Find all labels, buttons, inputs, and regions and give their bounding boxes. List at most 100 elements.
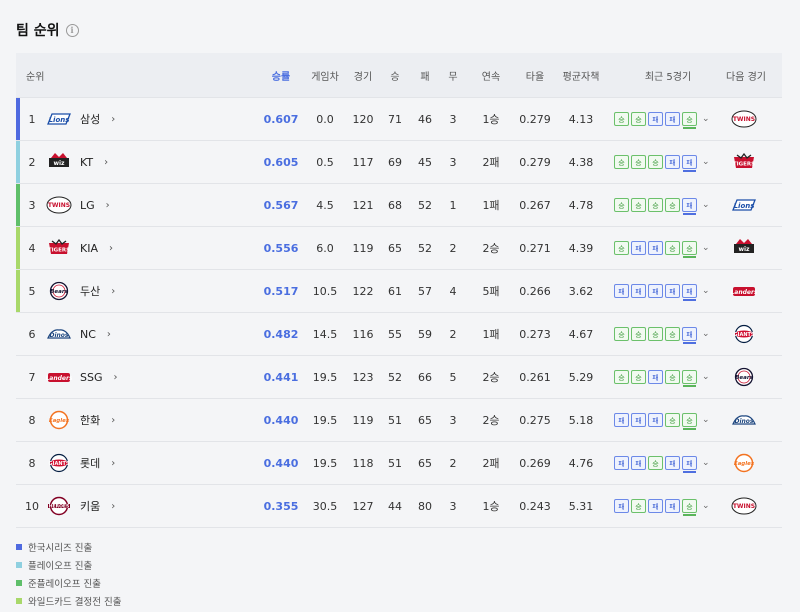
result-chip: 승 xyxy=(648,456,663,470)
result-chip: 승 xyxy=(648,327,663,341)
rank: 4 xyxy=(28,241,36,255)
team-cell[interactable]: Dinos NC › xyxy=(46,324,136,344)
svg-text:Bears: Bears xyxy=(735,375,753,381)
team-cell[interactable]: TWINS LG › xyxy=(46,195,136,215)
wins: 68 xyxy=(388,198,402,212)
team-cell[interactable]: Landers SSG › xyxy=(46,367,136,387)
rank-bar xyxy=(16,141,20,183)
last5-results[interactable]: 패 패 패 승 승 ⌄ xyxy=(614,413,722,430)
next-game[interactable]: GIANTS xyxy=(724,324,764,344)
team-cell[interactable]: TIGERS KIA › xyxy=(46,238,136,258)
era: 4.67 xyxy=(568,327,594,341)
svg-text:GIANTS: GIANTS xyxy=(48,461,69,467)
batting-avg: 0.243 xyxy=(519,499,551,513)
next-game[interactable]: Landers xyxy=(724,281,764,301)
wiz-logo: wiz xyxy=(731,238,757,258)
result-chip: 패 xyxy=(614,413,629,427)
last5-results[interactable]: 승 승 승 승 패 ⌄ xyxy=(614,327,722,344)
table-row[interactable]: 1 Lions 삼성 › 0.607 0.0 120 71 46 3 1승 0.2… xyxy=(16,97,782,140)
tigers-logo: TIGERS xyxy=(46,238,72,258)
header-avg[interactable]: 타율 xyxy=(516,68,554,83)
last5-results[interactable]: 승 패 패 승 승 ⌄ xyxy=(614,241,722,258)
table-row[interactable]: 6 Dinos NC › 0.482 14.5 116 55 59 2 1패 0.… xyxy=(16,312,782,355)
last5-results[interactable]: 패 패 승 패 패 ⌄ xyxy=(614,456,722,473)
bears-logo: Bears xyxy=(731,367,757,387)
team-cell[interactable]: Bears 두산 › xyxy=(46,281,136,301)
games-behind: 6.0 xyxy=(316,241,334,255)
chevron-down-icon[interactable]: ⌄ xyxy=(702,458,710,468)
chevron-down-icon[interactable]: ⌄ xyxy=(702,501,710,511)
result-chip: 승 xyxy=(665,198,680,212)
next-game[interactable]: Eagles xyxy=(724,453,764,473)
pct: 0.567 xyxy=(263,198,299,212)
eagles-logo: Eagles xyxy=(731,453,757,473)
chevron-down-icon[interactable]: ⌄ xyxy=(702,329,710,339)
last5-results[interactable]: 승 승 패 패 승 ⌄ xyxy=(614,112,722,129)
result-chip: 승 xyxy=(665,413,680,427)
last5-results[interactable]: 패 패 패 패 패 ⌄ xyxy=(614,284,722,301)
table-row[interactable]: 8 GIANTS 롯데 › 0.440 19.5 118 51 65 2 2패 0… xyxy=(16,441,782,484)
last5-results[interactable]: 승 승 패 승 승 ⌄ xyxy=(614,370,722,387)
tigers-logo: TIGERS xyxy=(731,152,757,172)
next-game[interactable]: TWINS xyxy=(724,496,764,516)
team-cell[interactable]: HEROES 키움 › xyxy=(46,496,136,516)
chevron-down-icon[interactable]: ⌄ xyxy=(702,243,710,253)
chevron-down-icon[interactable]: ⌄ xyxy=(702,415,710,425)
header-wins[interactable]: 승 xyxy=(382,68,408,83)
header-era[interactable]: 평균자책 xyxy=(561,68,601,83)
header-draws[interactable]: 무 xyxy=(442,68,464,83)
bears-logo: Bears xyxy=(46,281,72,301)
svg-text:Eagles: Eagles xyxy=(49,418,70,424)
header-games[interactable]: 경기 xyxy=(348,68,378,83)
result-chip: 패 xyxy=(682,155,697,172)
header-streak[interactable]: 연속 xyxy=(474,68,508,83)
team-cell[interactable]: wiz KT › xyxy=(46,152,136,172)
header-pct[interactable]: 승률 xyxy=(261,68,301,83)
result-chip: 승 xyxy=(665,241,680,255)
next-game[interactable]: wiz xyxy=(724,238,764,258)
next-game[interactable]: TIGERS xyxy=(724,152,764,172)
next-game[interactable]: Bears xyxy=(724,367,764,387)
rank-bar xyxy=(16,98,20,140)
team-cell[interactable]: GIANTS 롯데 › xyxy=(46,453,136,473)
chevron-down-icon[interactable]: ⌄ xyxy=(702,372,710,382)
draws: 3 xyxy=(449,155,457,169)
chevron-down-icon[interactable]: ⌄ xyxy=(702,286,710,296)
chevron-down-icon[interactable]: ⌄ xyxy=(702,114,710,124)
legend-item: 준플레이오프 진출 xyxy=(16,574,121,592)
standings-table: 순위 승률 게임차 경기 승 패 무 연속 타율 평균자책 최근 5경기 다음 … xyxy=(16,53,782,528)
rank: 10 xyxy=(25,499,39,513)
next-game[interactable]: Lions xyxy=(724,195,764,215)
last5-results[interactable]: 승 승 승 패 패 ⌄ xyxy=(614,155,722,172)
last5-results[interactable]: 패 승 패 패 승 ⌄ xyxy=(614,499,722,516)
team-cell[interactable]: Lions 삼성 › xyxy=(46,109,136,129)
table-row[interactable]: 10 HEROES 키움 › 0.355 30.5 127 44 80 3 1승 … xyxy=(16,484,782,528)
next-game[interactable]: TWINS xyxy=(724,109,764,129)
era: 5.31 xyxy=(568,499,594,513)
draws: 5 xyxy=(449,370,457,384)
svg-text:HEROES: HEROES xyxy=(49,503,69,509)
chevron-down-icon[interactable]: ⌄ xyxy=(702,200,710,210)
chevron-down-icon[interactable]: ⌄ xyxy=(702,157,710,167)
info-icon[interactable]: i xyxy=(65,23,79,37)
table-row[interactable]: 8 Eagles 한화 › 0.440 19.5 119 51 65 3 2승 0… xyxy=(16,398,782,441)
last5-results[interactable]: 승 승 승 승 패 ⌄ xyxy=(614,198,722,215)
table-row[interactable]: 3 TWINS LG › 0.567 4.5 121 68 52 1 1패 0.2… xyxy=(16,183,782,226)
rank-bar xyxy=(16,313,20,355)
next-game[interactable]: Dinos xyxy=(724,410,764,430)
header-losses[interactable]: 패 xyxy=(412,68,438,83)
table-row[interactable]: 4 TIGERS KIA › 0.556 6.0 119 65 52 2 2승 0… xyxy=(16,226,782,269)
result-chip: 패 xyxy=(665,112,680,126)
result-chip: 승 xyxy=(631,198,646,212)
games: 118 xyxy=(352,456,374,470)
header-rank[interactable]: 순위 xyxy=(26,68,46,83)
table-row[interactable]: 2 wiz KT › 0.605 0.5 117 69 45 3 2패 0.279… xyxy=(16,140,782,183)
header-gb[interactable]: 게임차 xyxy=(308,68,342,83)
games: 121 xyxy=(352,198,374,212)
eagles-logo: Eagles xyxy=(46,410,72,430)
team-cell[interactable]: Eagles 한화 › xyxy=(46,410,136,430)
svg-text:Bears: Bears xyxy=(50,289,68,295)
result-chip: 패 xyxy=(631,413,646,427)
table-row[interactable]: 5 Bears 두산 › 0.517 10.5 122 61 57 4 5패 0.… xyxy=(16,269,782,312)
table-row[interactable]: 7 Landers SSG › 0.441 19.5 123 52 66 5 2승… xyxy=(16,355,782,398)
